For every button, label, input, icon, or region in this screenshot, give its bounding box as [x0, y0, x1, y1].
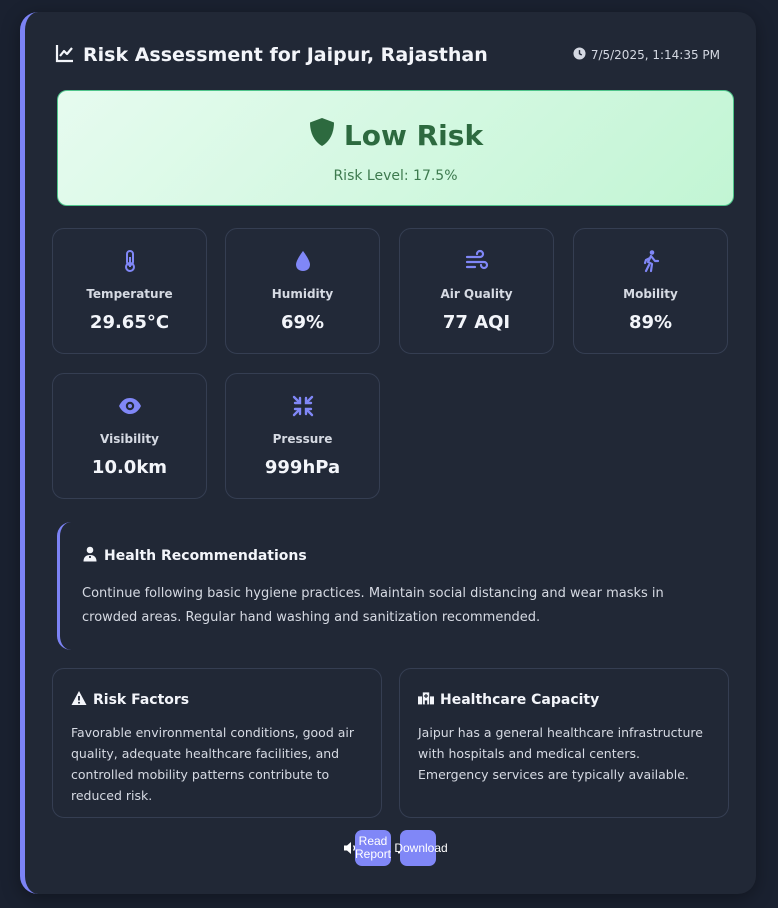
read-report-button[interactable]: Read Report: [355, 830, 391, 866]
thermometer-icon: [53, 249, 206, 275]
risk-level-text: Risk Level: 17.5%: [333, 168, 458, 184]
section-title-text: Health Recommendations: [104, 548, 307, 564]
metric-value: 29.65°C: [89, 312, 170, 333]
metric-label: Visibility: [100, 432, 159, 446]
metric-pressure: Pressure 999hPa: [225, 373, 380, 499]
timestamp: 7/5/2025, 1:14:35 PM: [573, 47, 726, 63]
health-recommendations: Health Recommendations Continue followin…: [57, 522, 734, 650]
timestamp-text: 7/5/2025, 1:14:35 PM: [590, 48, 720, 62]
section-title-text: Risk Factors: [93, 692, 190, 708]
risk-label-text: Low Risk: [343, 119, 484, 152]
metric-value: 89%: [628, 312, 673, 333]
section-title: Health Recommendations: [82, 546, 734, 566]
walking-icon: [574, 249, 727, 275]
risk-factors-text: Favorable environmental conditions, good…: [71, 725, 354, 803]
compress-icon: [226, 394, 379, 420]
eye-icon: [53, 394, 206, 420]
shield-icon: [308, 117, 336, 154]
download-button[interactable]: Download: [394, 830, 448, 866]
recommendations-text: Continue following basic hygiene practic…: [82, 586, 664, 625]
chart-line-icon: [55, 43, 75, 68]
user-doctor-icon: [82, 546, 98, 566]
metric-mobility: Mobility 89%: [573, 228, 728, 354]
risk-level-banner: Low Risk Risk Level: 17.5%: [57, 90, 734, 206]
risk-factors-box: Risk Factors Favorable environmental con…: [52, 668, 382, 818]
droplet-icon: [226, 249, 379, 275]
risk-assessment-card: Risk Assessment for Jaipur, Rajasthan 7/…: [20, 12, 756, 894]
metric-value: 10.0km: [91, 457, 168, 478]
clock-icon: [573, 47, 586, 63]
warning-icon: [71, 690, 87, 710]
metric-label: Pressure: [272, 432, 333, 446]
page-title: Risk Assessment for Jaipur, Rajasthan: [55, 43, 488, 68]
metric-value: 77 AQI: [442, 312, 511, 333]
healthcare-text: Jaipur has a general healthcare infrastr…: [418, 725, 703, 782]
metric-humidity: Humidity 69%: [225, 228, 380, 354]
metric-label: Humidity: [271, 287, 334, 301]
action-buttons: Read Report Download: [343, 830, 453, 868]
metric-value: 999hPa: [264, 457, 341, 478]
metric-visibility: Visibility 10.0km: [52, 373, 207, 499]
healthcare-capacity-box: Healthcare Capacity Jaipur has a general…: [399, 668, 729, 818]
page-title-text: Risk Assessment for Jaipur, Rajasthan: [83, 44, 488, 66]
metric-value: 69%: [280, 312, 325, 333]
section-title: Healthcare Capacity: [418, 690, 710, 710]
metric-temperature: Temperature 29.65°C: [52, 228, 207, 354]
metric-label: Air Quality: [440, 287, 513, 301]
section-title: Risk Factors: [71, 690, 363, 710]
risk-label: Low Risk: [58, 117, 733, 154]
wind-icon: [400, 249, 553, 275]
hospital-icon: [418, 690, 434, 710]
card-header: Risk Assessment for Jaipur, Rajasthan 7/…: [55, 42, 726, 68]
section-title-text: Healthcare Capacity: [440, 692, 600, 708]
metric-air-quality: Air Quality 77 AQI: [399, 228, 554, 354]
metric-label: Temperature: [86, 287, 173, 301]
download-label: Download: [394, 840, 448, 855]
metric-label: Mobility: [623, 287, 678, 301]
